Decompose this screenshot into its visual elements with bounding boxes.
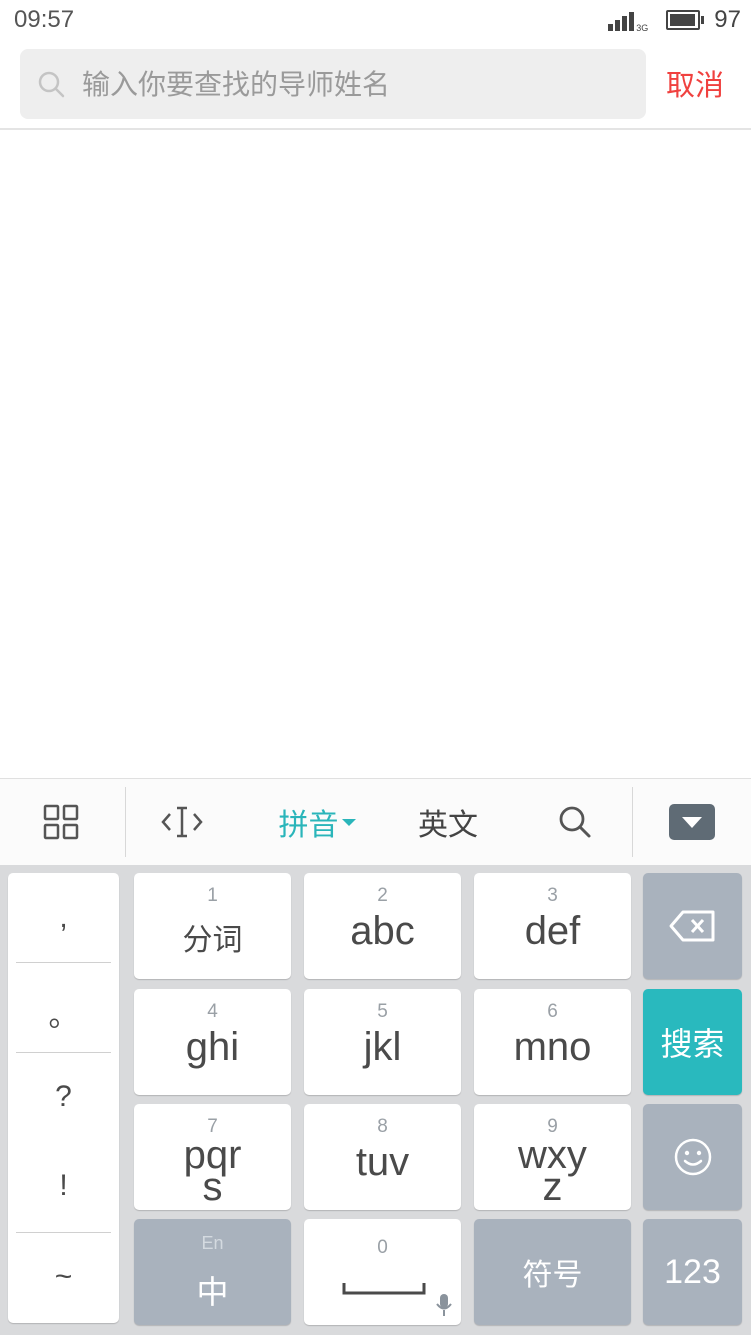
key-label: tuv: [355, 1140, 410, 1184]
key-label: mno: [513, 1025, 592, 1069]
english-label: 英文: [418, 808, 478, 843]
toolbar-divider: [125, 787, 126, 857]
punct-period-key[interactable]: 。: [8, 991, 119, 1035]
search-key-label: 搜索: [660, 1025, 725, 1063]
numbers-key[interactable]: 123: [643, 1219, 742, 1325]
keyboard-keys: , 。 ? ! ~ 1 分词 2 abc 3 def 4 ghi 5 jkl 6…: [0, 865, 751, 1335]
search-icon: [559, 806, 591, 838]
key-label: 中: [196, 1273, 229, 1311]
symbols-key[interactable]: 符号: [474, 1219, 631, 1325]
key-8-tuv[interactable]: 8 tuv: [304, 1104, 461, 1210]
search-icon: [38, 71, 65, 98]
emoji-key[interactable]: [643, 1104, 742, 1210]
key-label: 123: [664, 1252, 721, 1291]
key-number: 1: [207, 885, 218, 906]
space-key[interactable]: 0: [304, 1219, 461, 1325]
key-5-jkl[interactable]: 5 jkl: [304, 989, 461, 1095]
space-icon: [342, 1283, 426, 1295]
search-bar[interactable]: [20, 49, 646, 119]
grid-icon: [43, 804, 79, 840]
soft-keyboard: 拼音 英文 , 。 ? ! ~ 1 分词 2 abc 3 def 4 ghi 5…: [0, 778, 751, 1335]
key-number: 6: [547, 1001, 558, 1022]
backspace-icon: [669, 910, 714, 942]
battery-percent: 97: [714, 6, 741, 33]
key-label-extra: s: [202, 1165, 223, 1209]
key-label: ghi: [185, 1025, 240, 1069]
network-type: 3G: [636, 23, 649, 33]
key-1-fenci[interactable]: 1 分词: [134, 873, 291, 979]
key-3-def[interactable]: 3 def: [474, 873, 631, 979]
status-icons: 3G 97: [608, 6, 741, 34]
key-label: jkl: [363, 1025, 402, 1069]
punct-exclamation-key[interactable]: !: [8, 1169, 119, 1203]
key-6-mno[interactable]: 6 mno: [474, 989, 631, 1095]
key-number: 4: [207, 1001, 218, 1022]
search-input[interactable]: [82, 49, 622, 119]
cursor-button[interactable]: [140, 779, 224, 865]
punct-comma-key[interactable]: ,: [8, 901, 119, 935]
cancel-button[interactable]: 取消: [666, 62, 724, 104]
smiley-icon: [674, 1138, 711, 1176]
key-number: 8: [377, 1116, 388, 1137]
key-label: 符号: [522, 1258, 583, 1293]
key-label: 分词: [182, 923, 243, 958]
punctuation-column: , 。 ? ! ~: [8, 873, 119, 1323]
microphone-icon: [436, 1294, 452, 1316]
backspace-icon-wrap: [643, 873, 742, 979]
keyboard-hide-icon: [669, 804, 715, 840]
english-tab[interactable]: 英文: [398, 779, 498, 865]
keyboard-toolbar: 拼音 英文: [0, 778, 751, 866]
backspace-key[interactable]: [643, 873, 742, 979]
key-label: def: [524, 909, 581, 953]
key-4-ghi[interactable]: 4 ghi: [134, 989, 291, 1095]
status-bar: 09:57 3G 97: [0, 0, 751, 40]
pinyin-label: 拼音: [278, 808, 339, 843]
numbers-key-wrap: 123: [643, 1219, 742, 1325]
text-cursor-icon: [161, 806, 203, 838]
dropdown-caret-icon: [341, 818, 356, 826]
symbols-key-wrap: 符号: [474, 1219, 631, 1325]
header-divider: [0, 128, 751, 130]
punct-question-key[interactable]: ?: [8, 1080, 119, 1114]
keyboard-search-button[interactable]: [540, 779, 610, 865]
key-number: 2: [377, 885, 388, 906]
key-9-wxyz[interactable]: 9 wxy z: [474, 1104, 631, 1210]
search-key-wrap: 搜索: [643, 989, 742, 1095]
toolbar-divider: [632, 787, 633, 857]
key-7-pqrs[interactable]: 7 pqr s: [134, 1104, 291, 1210]
key-number: 3: [547, 885, 558, 906]
key-number: 5: [377, 1001, 388, 1022]
signal-icon: 3G: [608, 7, 648, 33]
hide-keyboard-button[interactable]: [660, 779, 724, 865]
keyboard-menu-button[interactable]: [20, 779, 102, 865]
key-number: 0: [377, 1237, 388, 1258]
pinyin-tab[interactable]: 拼音: [262, 779, 372, 865]
punct-divider: [16, 1232, 111, 1233]
punct-divider: [16, 962, 111, 963]
search-key[interactable]: 搜索: [643, 989, 742, 1095]
key-label-extra: z: [542, 1165, 563, 1209]
key-sublabel: En: [201, 1233, 224, 1253]
status-time: 09:57: [14, 6, 75, 33]
emoji-key-wrap: [643, 1104, 742, 1210]
punct-tilde-key[interactable]: ~: [8, 1260, 119, 1294]
battery-icon: [666, 10, 705, 30]
key-label: abc: [350, 909, 415, 953]
punct-divider: [16, 1052, 111, 1053]
language-switch-key[interactable]: En 中: [134, 1219, 291, 1325]
key-2-abc[interactable]: 2 abc: [304, 873, 461, 979]
